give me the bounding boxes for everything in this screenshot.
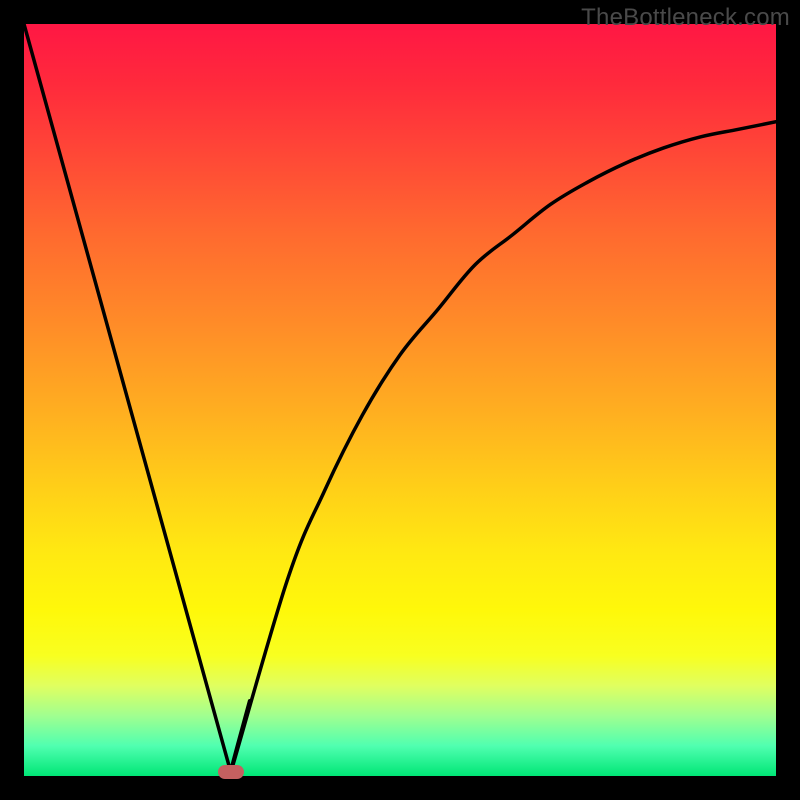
chart-plot-area — [24, 24, 776, 776]
optimal-point-marker — [218, 765, 244, 779]
watermark-text: TheBottleneck.com — [581, 4, 790, 32]
bottleneck-curve — [24, 24, 776, 776]
